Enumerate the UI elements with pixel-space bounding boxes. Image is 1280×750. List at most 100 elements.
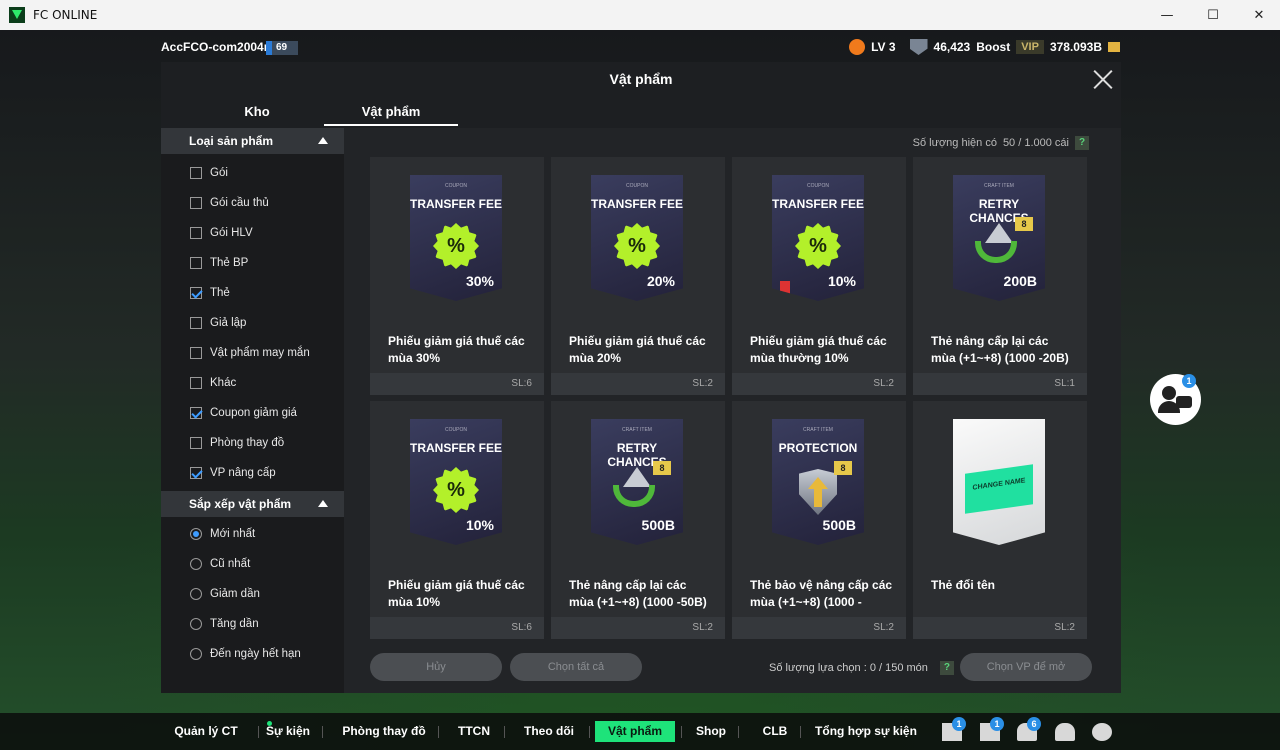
filter-option[interactable]: Phòng thay đồ — [161, 428, 344, 458]
item-card-art: CRAFT ITEM PROTECTION 8 500B — [772, 419, 864, 545]
profile-icon[interactable] — [1055, 723, 1075, 741]
sort-option[interactable]: Giảm dần — [161, 579, 344, 609]
item-name: Phiếu giảm giá thuế các mùa 10% — [388, 578, 525, 609]
item-card[interactable]: COUPON TRANSFER FEE% 20% Phiếu giảm giá thu… — [551, 157, 725, 395]
nav-item[interactable]: Phòng thay đồ — [336, 721, 432, 742]
item-value-label: 20% — [646, 273, 675, 289]
filter-checkbox[interactable] — [190, 347, 202, 359]
item-name: Thẻ nâng cấp lại các mùa (+1~+8) (1000 -… — [931, 334, 1069, 365]
modal-header: Vật phẩm — [161, 62, 1121, 98]
filter-option[interactable]: Gói cầu thủ — [161, 188, 344, 218]
filter-option[interactable]: Giả lập — [161, 308, 344, 338]
filter-checkbox[interactable] — [190, 257, 202, 269]
sort-radio[interactable] — [190, 528, 202, 540]
coupon-percent-icon: % — [433, 223, 479, 269]
sort-header[interactable]: Sắp xếp vật phẩm — [161, 491, 344, 517]
filter-option[interactable]: Gói — [161, 158, 344, 188]
item-category-label: COUPON — [445, 427, 467, 433]
close-window-button[interactable]: ✕ — [1236, 0, 1280, 30]
settings-gear-icon[interactable] — [1092, 723, 1112, 741]
nav-divider — [589, 726, 590, 738]
product-type-header[interactable]: Loại sản phẩm — [161, 128, 344, 154]
filter-checkbox[interactable] — [190, 167, 202, 179]
filter-checkbox[interactable] — [190, 287, 202, 299]
item-card[interactable]: COUPON TRANSFER FEE% 30% Phiếu giảm giá thu… — [370, 157, 544, 395]
sort-title: Sắp xếp vật phẩm — [189, 497, 292, 511]
item-card[interactable]: CRAFT ITEM RETRY CHANCES 8 500B Thẻ nâng cấp… — [551, 401, 725, 639]
cancel-button[interactable]: Hủy — [370, 653, 502, 681]
account-level-badge: 69 — [266, 41, 298, 55]
item-name: Phiếu giảm giá thuế các mùa 20% — [569, 334, 706, 365]
coins-icon — [1108, 42, 1120, 52]
help-icon[interactable]: ? — [1075, 136, 1089, 150]
help-icon[interactable]: ? — [939, 661, 954, 675]
item-card[interactable]: CRAFT ITEM PROTECTION 8 500B Thẻ bảo vệ nâng… — [732, 401, 906, 639]
maximize-button[interactable]: ☐ — [1190, 0, 1236, 30]
sort-radio[interactable] — [190, 618, 202, 630]
level-face-icon — [849, 39, 866, 55]
nav-item[interactable]: Theo dõi — [515, 721, 583, 742]
nav-divider — [738, 726, 739, 738]
sort-option[interactable]: Đến ngày hết hạn — [161, 639, 344, 669]
filter-checkbox[interactable] — [190, 467, 202, 479]
minimize-button[interactable]: — — [1144, 0, 1190, 30]
item-value-label: 30% — [465, 273, 494, 289]
filter-checkbox[interactable] — [190, 317, 202, 329]
collapse-up-icon[interactable] — [318, 500, 328, 507]
coupon-percent-icon: % — [433, 467, 479, 513]
sort-option[interactable]: Tăng dần — [161, 609, 344, 639]
filter-option[interactable]: Thẻ BP — [161, 248, 344, 278]
item-card[interactable]: COUPON TRANSFER FEE% 10% Phiếu giảm giá thu… — [732, 157, 906, 395]
item-value-label: 500B — [641, 517, 675, 533]
sort-option[interactable]: Cũ nhất — [161, 549, 344, 579]
filter-option[interactable]: Gói HLV — [161, 218, 344, 248]
account-name: AccFCO-com2004m — [161, 40, 275, 54]
nav-item[interactable]: Quản lý CT — [160, 721, 252, 742]
sort-radio[interactable] — [190, 648, 202, 660]
filter-option[interactable]: VP nâng cấp — [161, 458, 344, 488]
item-quantity: SL:2 — [732, 617, 906, 639]
open-item-button[interactable]: Chọn VP để mở — [960, 653, 1092, 681]
chat-support-button[interactable]: 1 — [1150, 374, 1201, 425]
filter-checkbox[interactable] — [190, 407, 202, 419]
nav-item[interactable]: Vật phẩm — [595, 721, 675, 742]
coupon-percent-icon: % — [614, 223, 660, 269]
team-points: 46,423 — [933, 40, 971, 54]
collapse-up-icon[interactable] — [318, 137, 328, 144]
nav-item[interactable]: Tổng hợp sự kiện — [814, 721, 918, 742]
item-card[interactable]: CRAFT ITEM RETRY CHANCES 8 200B Thẻ nâng cấp… — [913, 157, 1087, 395]
nav-divider — [504, 726, 505, 738]
filter-option[interactable]: Thẻ — [161, 278, 344, 308]
nav-divider — [322, 726, 323, 738]
item-card[interactable]: CHANGE NAME Thẻ đổi tên SL:2 — [913, 401, 1087, 639]
sort-radio[interactable] — [190, 558, 202, 570]
filter-checkbox[interactable] — [190, 377, 202, 389]
team-rating-icon — [909, 39, 928, 55]
nav-item[interactable]: TTCN — [450, 721, 498, 742]
sort-radio[interactable] — [190, 588, 202, 600]
person-icon — [1162, 386, 1176, 400]
filter-option[interactable]: Khác — [161, 368, 344, 398]
items-modal: Vật phẩm Kho Vật phẩm Loại sản phẩm Gói G… — [161, 62, 1121, 693]
modal-title: Vật phẩm — [609, 71, 673, 87]
inventory-count-value: 50 / 1.000 cái — [1002, 137, 1069, 149]
filter-label: Khác — [210, 377, 237, 389]
tab-kho[interactable]: Kho — [190, 104, 324, 126]
item-type-label: PROTECTION — [778, 441, 858, 455]
filter-checkbox[interactable] — [190, 437, 202, 449]
filter-option[interactable]: Coupon giảm giá — [161, 398, 344, 428]
nav-item[interactable]: Shop — [690, 721, 732, 742]
close-modal-button[interactable] — [1093, 69, 1113, 89]
item-name: Phiếu giảm giá thuế các mùa thường 10% — [750, 334, 887, 365]
filter-option[interactable]: Vật phẩm may mắn — [161, 338, 344, 368]
nav-item[interactable]: CLB — [756, 721, 794, 742]
tab-vat-pham[interactable]: Vật phẩm — [324, 104, 458, 126]
inventory-count: Số lượng hiện có 50 / 1.000 cái ? — [913, 136, 1089, 150]
event-new-dot-icon — [267, 721, 272, 726]
filter-checkbox[interactable] — [190, 197, 202, 209]
select-all-button[interactable]: Chọn tất cả — [510, 653, 642, 681]
modal-tabs: Kho Vật phẩm — [161, 98, 1121, 128]
item-card[interactable]: COUPON TRANSFER FEE% 10% Phiếu giảm giá thu… — [370, 401, 544, 639]
sort-option[interactable]: Mới nhất — [161, 519, 344, 549]
filter-checkbox[interactable] — [190, 227, 202, 239]
